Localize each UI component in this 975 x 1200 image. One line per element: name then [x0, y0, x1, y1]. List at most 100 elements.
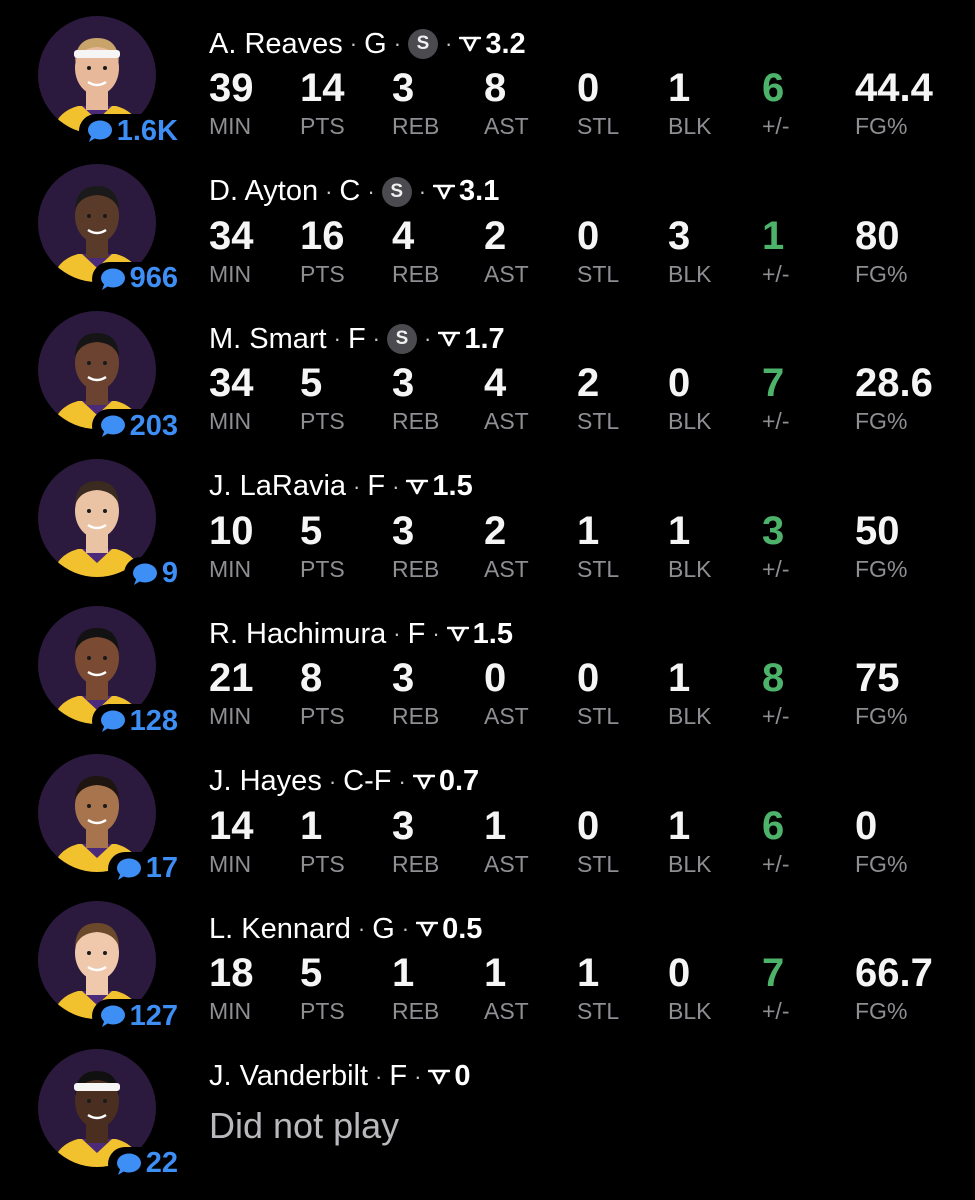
- player-rating: 1.5: [472, 617, 513, 650]
- stat-label: REB: [392, 555, 440, 582]
- stat-label: FG%: [855, 703, 908, 729]
- player-row[interactable]: 1.6K A. Reaves · G · S · 3.2 39 MIN 14 PTS 3 REB 8 AST 0…: [0, 0, 975, 148]
- stat-pts: 5 PTS: [300, 951, 345, 1025]
- stat-blk: 0 BLK: [668, 361, 711, 435]
- player-row[interactable]: 966 D. Ayton · C · S · 3.1 34 MIN 16 PTS 4 REB 2 AST 0 ST…: [0, 148, 975, 296]
- stat-label: REB: [392, 260, 440, 287]
- stat-blk: 1 BLK: [668, 804, 711, 878]
- stat-ast: 4 AST: [484, 361, 529, 435]
- stat-fg-pct: 75 FG%: [855, 656, 907, 730]
- player-name[interactable]: J. LaRavia: [209, 470, 346, 503]
- stat-label: PTS: [300, 408, 345, 434]
- stat-plus-minus: 7 +/-: [762, 951, 789, 1025]
- stat-pts: 16 PTS: [300, 214, 345, 288]
- player-row[interactable]: 22 J. Vanderbilt · F · 0 Did not play: [0, 1033, 975, 1181]
- stat-plus-minus: 7 +/-: [762, 361, 789, 435]
- stat-label: BLK: [668, 998, 712, 1024]
- stat-plus-minus: 6 +/-: [762, 66, 789, 140]
- player-row[interactable]: 203 M. Smart · F · S · 1.7 34 MIN 5 PTS 3 REB 4 AST 2 STL…: [0, 295, 975, 443]
- stat-value: 18: [209, 951, 254, 995]
- stat-min: 34 MIN: [209, 361, 254, 435]
- stat-reb: 3 REB: [392, 804, 439, 878]
- stat-label: FG%: [855, 408, 908, 434]
- stat-label: MIN: [209, 408, 252, 434]
- stat-value: 5: [300, 951, 323, 995]
- separator-dot: ·: [418, 178, 427, 204]
- player-row[interactable]: 9 J. LaRavia · F · 1.5 10 MIN 5 PTS 3 REB 2 AST 1 STL 1 B…: [0, 443, 975, 591]
- stat-value: 14: [209, 803, 254, 848]
- stat-value: 34: [209, 361, 254, 405]
- stat-stl: 0 STL: [577, 66, 619, 140]
- stat-reb: 1 REB: [392, 951, 439, 1025]
- stat-value: 10: [209, 508, 254, 553]
- player-name[interactable]: D. Ayton: [209, 175, 318, 208]
- stat-value: 0: [484, 656, 507, 700]
- stat-ast: 8 AST: [484, 66, 529, 140]
- separator-dot: ·: [393, 31, 402, 56]
- stat-label: STL: [577, 850, 620, 877]
- player-row[interactable]: 128 R. Hachimura · F · 1.5 21 MIN 8 PTS 3 REB 0 AST 0 S…: [0, 590, 975, 738]
- separator-dot: ·: [333, 326, 341, 351]
- stat-label: BLK: [668, 113, 712, 139]
- player-rating: 3.2: [485, 27, 526, 60]
- stat-label: STL: [577, 113, 620, 139]
- stat-label: STL: [577, 260, 620, 287]
- player-name[interactable]: J. Hayes: [209, 765, 322, 798]
- stat-reb: 3 REB: [392, 66, 439, 140]
- stat-label: AST: [484, 850, 529, 877]
- stat-value: 2: [484, 508, 507, 553]
- player-name[interactable]: R. Hachimura: [209, 618, 386, 651]
- player-rating: 1.5: [432, 470, 473, 502]
- separator-dot: ·: [414, 1063, 422, 1089]
- stat-label: MIN: [209, 998, 252, 1024]
- stat-ast: 2 AST: [484, 509, 529, 583]
- separator-dot: ·: [393, 621, 401, 646]
- stat-value: 3: [392, 803, 415, 848]
- stat-label: PTS: [300, 555, 345, 582]
- separator-dot: ·: [367, 178, 375, 204]
- stat-label: AST: [484, 260, 529, 287]
- stat-fg-pct: 66.7 FG%: [855, 951, 933, 1025]
- player-header: R. Hachimura · F · 1.5: [209, 615, 513, 653]
- stat-pts: 14 PTS: [300, 66, 345, 140]
- rating-icon: [412, 774, 435, 789]
- stat-label: FG%: [855, 113, 908, 139]
- player-row[interactable]: 17 J. Hayes · C-F · 0.7 14 MIN 1 PTS 3 REB 1 AST 0 STL 1…: [0, 738, 975, 886]
- stat-label: BLK: [668, 408, 712, 434]
- player-position: F: [407, 617, 426, 650]
- stat-ast: 1 AST: [484, 951, 529, 1025]
- separator-dot: ·: [445, 31, 453, 56]
- stat-label: FG%: [855, 998, 908, 1024]
- stat-plus-minus: 8 +/-: [762, 656, 789, 730]
- player-row[interactable]: 127 L. Kennard · G · 0.5 18 MIN 5 PTS 1 REB 1 AST 1 STL…: [0, 885, 975, 1033]
- stat-value: 50: [855, 508, 900, 553]
- stat-label: REB: [392, 408, 440, 434]
- stat-min: 18 MIN: [209, 951, 254, 1025]
- stat-value: 1: [484, 803, 507, 848]
- separator-dot: ·: [328, 768, 337, 794]
- player-name[interactable]: M. Smart: [209, 323, 327, 356]
- player-name[interactable]: A. Reaves: [209, 28, 343, 61]
- stat-value: 5: [300, 361, 323, 405]
- player-name[interactable]: J. Vanderbilt: [209, 1060, 368, 1093]
- stat-min: 10 MIN: [209, 509, 254, 583]
- stat-value: 4: [392, 213, 415, 258]
- stat-label: BLK: [668, 555, 712, 582]
- comment-count: 22: [145, 1147, 178, 1179]
- stat-value: 0: [668, 951, 691, 995]
- stat-value: 28.6: [855, 361, 933, 405]
- stat-value: 1: [577, 508, 600, 553]
- starter-badge-icon: S: [408, 29, 439, 59]
- stat-value: 1: [668, 66, 691, 110]
- stat-value: 4: [484, 361, 507, 405]
- stat-label: STL: [577, 555, 620, 582]
- player-name[interactable]: L. Kennard: [209, 913, 351, 946]
- comment-count-badge[interactable]: 22: [107, 1146, 178, 1181]
- stat-blk: 3 BLK: [668, 214, 711, 288]
- stat-reb: 4 REB: [392, 214, 439, 288]
- player-position: F: [389, 1060, 408, 1092]
- stat-plus-minus: 3 +/-: [762, 509, 789, 583]
- stat-value: 3: [392, 656, 415, 700]
- stat-stl: 0 STL: [577, 656, 619, 730]
- stat-value: 0: [577, 803, 600, 848]
